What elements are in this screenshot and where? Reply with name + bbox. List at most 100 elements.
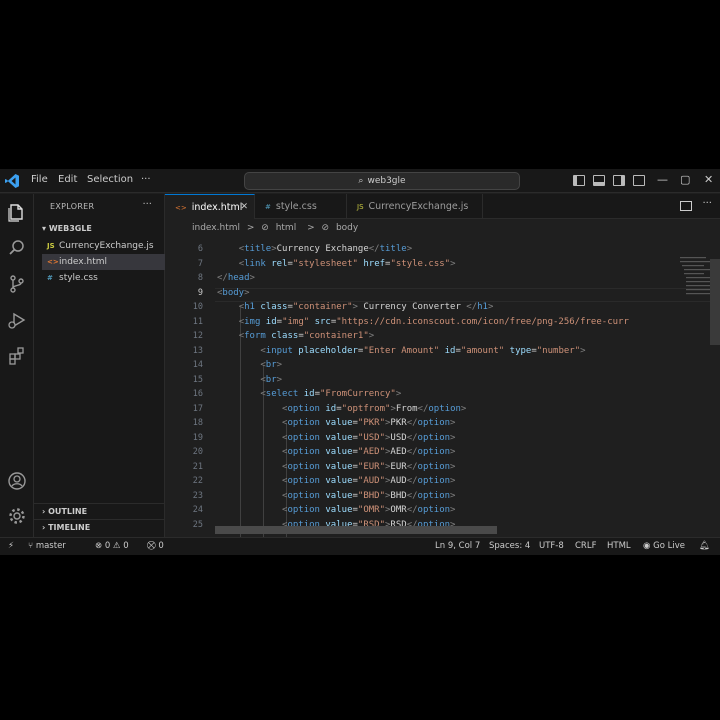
line-number: 9 (197, 288, 203, 298)
eol-status[interactable]: CRLF (575, 538, 596, 555)
code-line: <option value="OMR">OMR</option> (282, 505, 456, 515)
notifications-bell-icon[interactable]: 🔔︎ (699, 538, 710, 555)
close-window-button[interactable]: ✕ (704, 173, 713, 186)
split-editor-icon[interactable] (680, 201, 692, 211)
line-number: 10 (192, 302, 203, 312)
file-index-html[interactable]: <>index.html (42, 254, 165, 270)
branch-status[interactable]: ⑂ master (28, 538, 66, 555)
js-file-icon: JS (357, 203, 364, 211)
vscode-logo-icon (5, 174, 19, 188)
code-line: <form class="container1"> (238, 331, 375, 341)
tab-style-css[interactable]: # style.css (255, 194, 347, 219)
code-line: <link rel="stylesheet" href="style.css"> (238, 259, 456, 269)
breadcrumb-separator: > (307, 223, 315, 233)
line-number: 24 (192, 505, 203, 515)
code-line: <option value="BHD">BHD</option> (282, 491, 456, 501)
code-line: <select id="FromCurrency"> (260, 389, 402, 399)
explorer-title: EXPLORER (50, 202, 95, 211)
ports-icon: ⛒ (147, 541, 156, 551)
line-number: 18 (192, 418, 203, 428)
code-line: <option value="AED">AED</option> (282, 447, 456, 457)
settings-gear-icon[interactable] (7, 506, 27, 526)
code-editor[interactable]: 6 7 8 9 10 11 12 13 14 15 16 17 18 19 20… (165, 237, 720, 537)
toggle-sidebar-icon[interactable] (573, 175, 585, 186)
line-number: 8 (197, 273, 203, 283)
tab-label: style.css (275, 201, 317, 212)
outline-section[interactable]: › OUTLINE (34, 503, 165, 519)
problems-status[interactable]: ⊗ 0 ⚠ 0 (95, 538, 129, 555)
menu-file[interactable]: File (31, 174, 48, 185)
vertical-scrollbar[interactable] (710, 259, 720, 345)
symbol-icon: ⊘ (321, 223, 330, 233)
file-style-css[interactable]: # style.css (42, 270, 165, 286)
minimize-button[interactable]: — (657, 173, 668, 186)
cursor-position[interactable]: Ln 9, Col 7 (435, 538, 480, 555)
extensions-icon[interactable] (7, 346, 27, 366)
code-line: <option value="EUR">EUR</option> (282, 462, 456, 472)
tab-currencyexchange-js[interactable]: JS CurrencyExchange.js (347, 194, 483, 219)
branch-icon: ⑂ (28, 541, 34, 551)
breadcrumb-html-label: html (275, 223, 297, 233)
folder-web3gle[interactable]: ▾ WEB3GLE (42, 224, 92, 233)
line-number: 7 (197, 259, 203, 269)
customize-layout-icon[interactable] (633, 175, 645, 186)
menu-more[interactable]: ··· (141, 174, 151, 185)
line-number: 12 (192, 331, 203, 341)
editor-tabs: <> index.html ✕ # style.css JS CurrencyExch… (165, 194, 720, 219)
file-currencyexchange-js[interactable]: JS CurrencyExchange.js (42, 238, 165, 254)
horizontal-scrollbar[interactable] (215, 526, 497, 534)
breadcrumb-html[interactable]: ⊘ html (261, 223, 300, 233)
explorer-sidebar: EXPLORER ··· ▾ WEB3GLE JS CurrencyExchang… (34, 194, 165, 537)
line-number: 20 (192, 447, 203, 457)
tab-label: CurrencyExchange.js (368, 201, 469, 212)
search-icon[interactable] (7, 238, 27, 258)
indentation-status[interactable]: Spaces: 4 (489, 538, 530, 555)
go-live-button[interactable]: ◉ Go Live (643, 538, 685, 555)
code-line: <img id="img" src="https://cdn.iconscout… (238, 317, 629, 327)
close-tab-icon[interactable]: ✕ (240, 195, 248, 220)
breadcrumb-file[interactable]: index.html (192, 223, 240, 233)
source-control-icon[interactable] (7, 274, 27, 294)
editor-more-button[interactable]: ··· (702, 198, 712, 209)
line-number: 17 (192, 404, 203, 414)
html-file-icon: <> (175, 204, 187, 212)
code-line: <title>Currency Exchange</title> (238, 244, 413, 254)
breadcrumb: index.html > ⊘ html > ⊘ body (165, 220, 720, 237)
line-number: 15 (192, 375, 203, 385)
explorer-more-button[interactable]: ··· (142, 199, 152, 210)
timeline-section[interactable]: › TIMELINE (34, 519, 165, 535)
ports-count: 0 (158, 541, 164, 551)
vscode-window: File Edit Selection ··· ⌕web3gle — ▢ ✕ (0, 169, 720, 555)
file-label: CurrencyExchange.js (59, 241, 154, 251)
code-line: <option id="optfrom">From</option> (282, 404, 467, 414)
code-line: <option value="AUD">AUD</option> (282, 476, 456, 486)
ports-status[interactable]: ⛒ 0 (147, 538, 164, 555)
tab-index-html[interactable]: <> index.html ✕ (165, 194, 255, 219)
toggle-panel-icon[interactable] (593, 175, 605, 186)
breadcrumb-body[interactable]: ⊘ body (322, 223, 363, 233)
branch-label: master (35, 541, 66, 551)
toggle-secondary-sidebar-icon[interactable] (613, 175, 625, 186)
line-number: 11 (192, 317, 203, 327)
js-file-icon: JS (47, 242, 55, 250)
status-bar: ⚡ ⑂ master ⊗ 0 ⚠ 0 ⛒ 0 Ln 9, Col 7 Space… (0, 537, 720, 555)
html-file-icon: <> (47, 258, 59, 266)
line-number: 19 (192, 433, 203, 443)
explorer-icon[interactable] (7, 202, 27, 222)
command-center-search[interactable]: ⌕ web3gle (244, 172, 520, 190)
maximize-button[interactable]: ▢ (680, 173, 690, 186)
run-debug-icon[interactable] (7, 310, 27, 330)
timeline-label: TIMELINE (48, 523, 91, 532)
breadcrumb-body-label: body (335, 223, 359, 233)
encoding-status[interactable]: UTF-8 (539, 538, 564, 555)
account-icon[interactable] (7, 471, 27, 491)
code-line: <option value="USD">USD</option> (282, 433, 456, 443)
breadcrumb-separator: > (246, 223, 255, 233)
code-line: <body> (217, 288, 250, 298)
menu-edit[interactable]: Edit (58, 174, 77, 185)
line-number: 21 (192, 462, 203, 472)
remote-icon[interactable]: ⚡ (8, 538, 14, 555)
menu-selection[interactable]: Selection (87, 174, 133, 185)
file-label: style.css (59, 273, 98, 283)
language-status[interactable]: HTML (607, 538, 631, 555)
